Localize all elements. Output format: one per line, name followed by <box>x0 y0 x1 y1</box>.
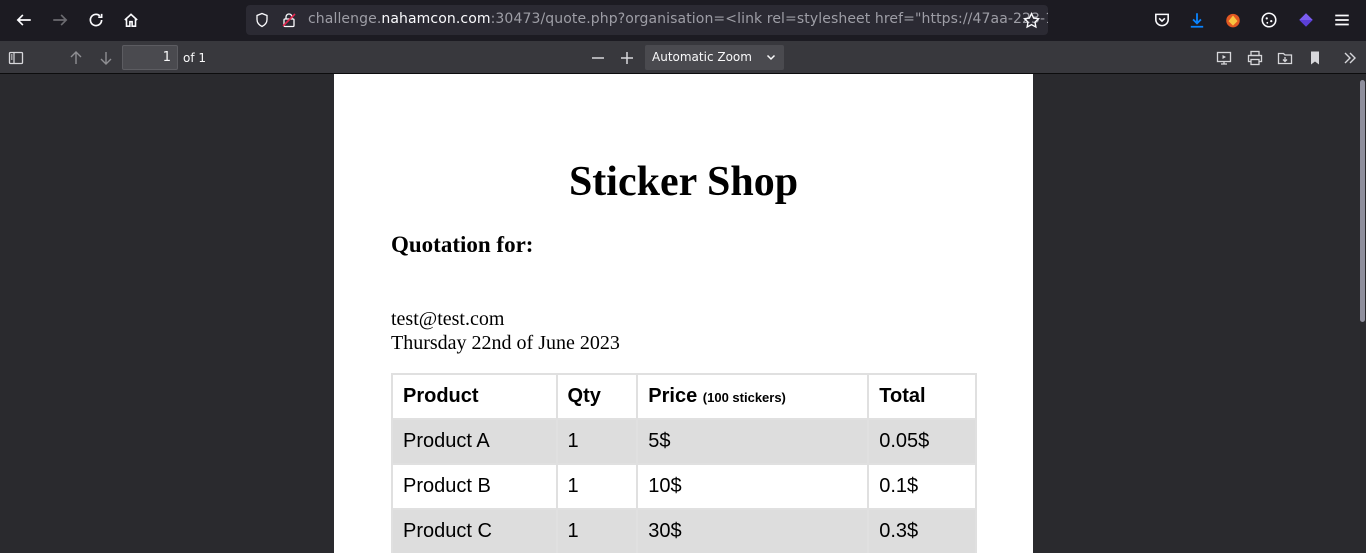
url-bar[interactable]: challenge.nahamcon.com:30473/quote.php?o… <box>246 5 1048 35</box>
menu-button[interactable] <box>1328 6 1356 34</box>
zoom-select[interactable]: Automatic Zoom <box>645 45 784 70</box>
arrow-left-icon <box>16 14 31 26</box>
extension-button[interactable] <box>1219 6 1247 34</box>
printer-icon <box>1247 50 1263 66</box>
minus-icon <box>592 57 604 59</box>
zoom-out-button[interactable] <box>585 45 611 71</box>
arrow-right-icon <box>53 14 68 26</box>
cell-qty: 1 <box>555 463 639 510</box>
scrollbar-thumb[interactable] <box>1360 80 1365 322</box>
save-button[interactable] <box>1272 45 1298 71</box>
cell-price: 30$ <box>636 508 870 553</box>
cookie-extension-button[interactable] <box>1255 6 1283 34</box>
forward-button[interactable] <box>46 6 74 34</box>
proxy-extension-button[interactable] <box>1292 6 1320 34</box>
url-text: challenge.nahamcon.com:30473/quote.php?o… <box>308 11 1048 27</box>
chevron-down-icon <box>766 45 776 70</box>
double-chevron-right-icon <box>1344 52 1356 64</box>
reload-button[interactable] <box>82 6 110 34</box>
tools-menu-button[interactable] <box>1337 45 1363 71</box>
cookie-icon <box>1261 12 1277 28</box>
save-folder-icon <box>1277 52 1293 65</box>
pocket-button[interactable] <box>1148 6 1176 34</box>
cell-total: 0.1$ <box>867 463 977 510</box>
header-product: Product <box>391 373 558 420</box>
gem-icon <box>1299 13 1313 27</box>
sidebar-icon <box>8 51 24 65</box>
page-number-input[interactable]: 1 <box>122 45 178 70</box>
pdf-page: Sticker Shop Quotation for: test@test.co… <box>334 74 1033 553</box>
browser-toolbar: challenge.nahamcon.com:30473/quote.php?o… <box>0 0 1366 41</box>
downloads-button[interactable] <box>1183 6 1211 34</box>
reload-icon <box>89 13 103 27</box>
quote-date: Thursday 22nd of June 2023 <box>391 332 620 354</box>
hamburger-menu-icon <box>1335 14 1349 26</box>
header-price-label: Price <box>648 385 698 407</box>
pocket-icon <box>1155 13 1169 27</box>
download-icon <box>1190 13 1204 28</box>
next-page-button[interactable] <box>93 45 119 71</box>
header-total: Total <box>867 373 977 420</box>
cell-product: Product C <box>391 508 558 553</box>
quotation-heading: Quotation for: <box>391 232 534 257</box>
print-button[interactable] <box>1242 45 1268 71</box>
header-qty: Qty <box>555 373 639 420</box>
bookmark-star-icon[interactable] <box>1022 11 1040 29</box>
home-button[interactable] <box>117 6 145 34</box>
cell-qty: 1 <box>555 418 639 465</box>
url-path: :30473/quote.php?organisation=<link rel=… <box>490 11 1048 27</box>
shield-icon[interactable] <box>253 11 271 29</box>
quote-table: Product Qty Price (100 stickers) Total P… <box>391 373 977 553</box>
cell-total: 0.3$ <box>867 508 977 553</box>
table-row: Product C 1 30$ 0.3$ <box>391 508 977 553</box>
header-price: Price (100 stickers) <box>636 373 870 420</box>
table-header-row: Product Qty Price (100 stickers) Total <box>391 373 977 420</box>
table-row: Product A 1 5$ 0.05$ <box>391 418 977 465</box>
bookmark-icon <box>1311 51 1319 65</box>
plus-icon <box>621 52 633 64</box>
zoom-select-value: Automatic Zoom <box>652 50 752 64</box>
fox-extension-icon <box>1226 13 1240 28</box>
zoom-in-button[interactable] <box>614 45 640 71</box>
arrow-up-icon <box>70 51 82 64</box>
sidebar-toggle-button[interactable] <box>3 45 29 71</box>
presentation-icon <box>1216 51 1232 65</box>
home-icon <box>124 13 138 27</box>
insecure-lock-icon[interactable] <box>280 11 298 29</box>
document-title: Sticker Shop <box>568 159 799 205</box>
customer-email: test@test.com <box>391 308 505 330</box>
previous-page-button[interactable] <box>63 45 89 71</box>
cell-total: 0.05$ <box>867 418 977 465</box>
bookmark-button[interactable] <box>1302 45 1328 71</box>
arrow-down-icon <box>100 52 112 65</box>
cell-price: 5$ <box>636 418 870 465</box>
back-button[interactable] <box>10 6 38 34</box>
viewer-scrollbar[interactable] <box>1358 74 1366 553</box>
page-count-label: of 1 <box>183 51 207 65</box>
cell-qty: 1 <box>555 508 639 553</box>
cell-price: 10$ <box>636 463 870 510</box>
cell-product: Product A <box>391 418 558 465</box>
table-row: Product B 1 10$ 0.1$ <box>391 463 977 510</box>
url-host: nahamcon.com <box>381 11 491 27</box>
url-prefix: challenge. <box>308 11 382 27</box>
presentation-mode-button[interactable] <box>1211 45 1237 71</box>
pdf-toolbar: 1 of 1 Automatic Zoom <box>0 41 1366 74</box>
header-price-note: (100 stickers) <box>702 390 786 405</box>
cell-product: Product B <box>391 463 558 510</box>
